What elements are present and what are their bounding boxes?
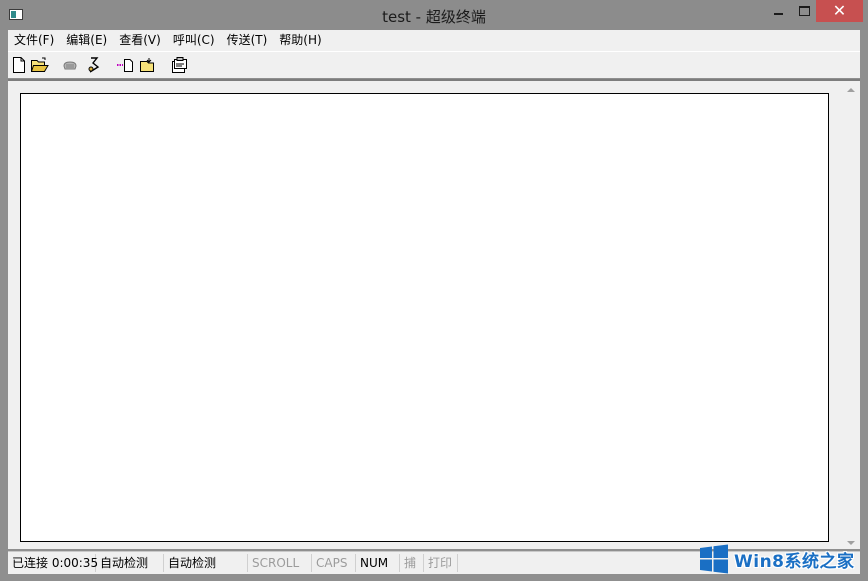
close-button[interactable]: ✕ [816, 0, 863, 22]
menu-transfer[interactable]: 传送(T) [221, 30, 274, 51]
minimize-icon [773, 13, 783, 15]
open-button[interactable] [31, 56, 49, 74]
new-file-icon [13, 57, 25, 73]
send-icon [117, 59, 133, 72]
close-icon: ✕ [832, 1, 847, 20]
status-caps: CAPS [312, 554, 356, 572]
status-detect-1: 自动检测 [96, 554, 164, 572]
disconnect-icon [88, 57, 100, 73]
watermark: Win8系统之家 [698, 541, 864, 577]
window-title: test - 超级终端 [382, 8, 486, 26]
status-scroll: SCROLL [248, 554, 312, 572]
receive-button[interactable] [139, 56, 157, 74]
menu-view[interactable]: 查看(V) [113, 30, 167, 51]
vertical-scrollbar[interactable] [843, 81, 860, 549]
menu-bar: 文件(F) 编辑(E) 查看(V) 呼叫(C) 传送(T) 帮助(H) [8, 30, 860, 51]
call-button[interactable] [61, 56, 79, 74]
new-button[interactable] [10, 56, 28, 74]
status-connection: 已连接 0:00:35 [8, 554, 98, 572]
maximize-icon [798, 6, 810, 16]
menu-file[interactable]: 文件(F) [8, 30, 60, 51]
menu-help[interactable]: 帮助(H) [273, 30, 327, 51]
scroll-up-icon[interactable] [847, 88, 855, 92]
windows-logo-icon [700, 544, 728, 574]
watermark-text: Win8系统之家 [734, 551, 855, 572]
status-detect-2: 自动检测 [164, 554, 248, 572]
hyperterminal-window: test - 超级终端 ✕ 文件(F) 编辑(E) 查看(V) 呼叫(C) 传送… [0, 0, 868, 581]
receive-icon [140, 58, 154, 72]
toolbar [8, 51, 860, 78]
open-folder-icon [31, 57, 49, 72]
call-icon [63, 61, 77, 70]
minimize-button[interactable] [764, 0, 792, 22]
title-bar[interactable]: test - 超级终端 ✕ [0, 0, 868, 30]
menu-call[interactable]: 呼叫(C) [167, 30, 221, 51]
status-print: 打印 [424, 554, 458, 572]
status-num: NUM [356, 554, 400, 572]
terminal-area [8, 79, 860, 549]
status-capture: 捕 [400, 554, 424, 572]
menu-edit[interactable]: 编辑(E) [60, 30, 113, 51]
properties-button[interactable] [170, 56, 188, 74]
disconnect-button[interactable] [85, 56, 103, 74]
terminal-screen[interactable] [20, 93, 829, 542]
properties-icon [172, 57, 187, 73]
send-button[interactable] [116, 56, 134, 74]
maximize-button[interactable] [790, 0, 818, 22]
